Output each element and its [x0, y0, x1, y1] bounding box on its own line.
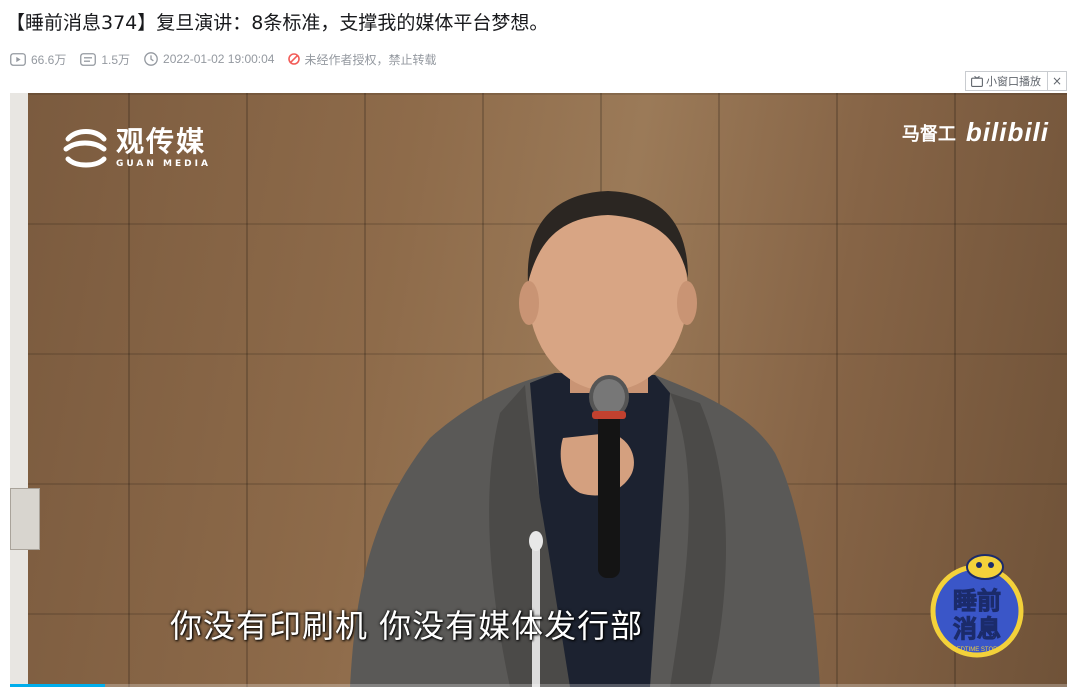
play-count-icon	[10, 52, 26, 66]
danmaku-count: 1.5万	[80, 51, 130, 68]
danmaku-count-value: 1.5万	[101, 52, 131, 67]
speaker-figure	[350, 191, 820, 687]
bilibili-logo: bilibili	[965, 117, 1049, 147]
mini-window-label: 小窗口播放	[986, 75, 1041, 88]
badge-line2: 消息	[953, 615, 1001, 643]
video-progress-fill	[10, 684, 106, 687]
video-meta-bar: 66.6万 1.5万 2022-01-02 19:00:04 未经作者授权，禁止…	[10, 50, 437, 68]
publish-time: 2022-01-02 19:00:04	[144, 52, 274, 66]
watermark-en: GUAN MEDIA	[116, 159, 211, 169]
no-repost-icon	[288, 53, 301, 65]
danmaku-icon	[80, 52, 97, 66]
copyright-notice: 未经作者授权，禁止转载	[288, 51, 437, 68]
clock-icon	[144, 52, 158, 66]
guan-media-logo-icon	[63, 129, 107, 168]
mini-window-icon	[971, 75, 983, 87]
watermark-cn: 观传媒	[116, 125, 207, 158]
badge-line1: 睡前	[953, 587, 1001, 615]
badge-en: BEDTIME STORY	[953, 647, 1002, 653]
mini-close-button[interactable]: ×	[1048, 72, 1066, 90]
bilibili-watermark: 马督工 bilibili	[902, 117, 1049, 148]
video-subtitle: 你没有印刷机 你没有媒体发行部	[170, 607, 644, 645]
publish-time-value: 2022-01-02 19:00:04	[163, 52, 275, 66]
uploader-watermark: 马督工	[901, 123, 956, 145]
guan-media-watermark: 观传媒 GUAN MEDIA	[62, 125, 211, 171]
mini-player-bar: 小窗口播放 ×	[965, 71, 1067, 91]
play-count-value: 66.6万	[31, 52, 67, 67]
video-title: 【睡前消息374】复旦演讲：8条标准，支撑我的媒体平台梦想。	[6, 12, 549, 34]
video-player[interactable]: 观传媒 GUAN MEDIA 马督工 bilibili 你没有印刷机 你没有媒体…	[10, 93, 1067, 687]
bedtime-story-badge: 睡前 消息 BEDTIME STORY	[930, 554, 1024, 658]
play-count: 66.6万	[10, 51, 66, 68]
copyright-notice-text: 未经作者授权，禁止转载	[304, 52, 437, 67]
mini-window-button[interactable]: 小窗口播放	[966, 72, 1048, 90]
video-progress-track[interactable]	[10, 684, 1067, 687]
